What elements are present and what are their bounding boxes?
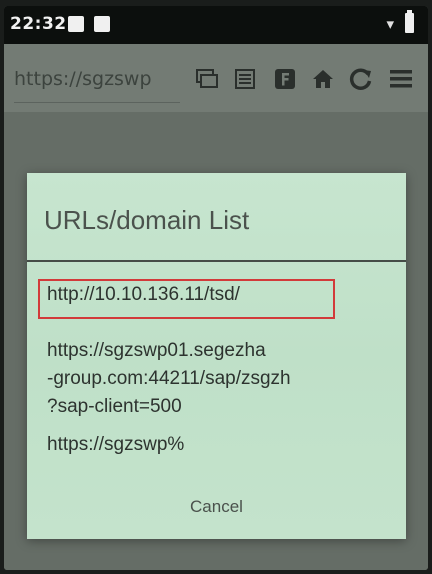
home-icon[interactable] bbox=[310, 66, 336, 92]
dialog-divider bbox=[27, 260, 406, 262]
notification-icon bbox=[68, 16, 84, 32]
reload-icon[interactable] bbox=[348, 66, 374, 92]
status-time: 22:32 bbox=[10, 14, 67, 34]
cancel-button[interactable]: Cancel bbox=[27, 497, 406, 517]
url-line: ?sap-client=500 bbox=[47, 396, 182, 417]
dialog-title: URLs/domain List bbox=[44, 205, 250, 235]
url-field[interactable]: https://sgzswp bbox=[14, 68, 180, 103]
url-list-item[interactable]: http://10.10.136.11/tsd/ bbox=[47, 281, 387, 309]
wifi-icon: ▾ bbox=[386, 15, 394, 33]
phone-screen: 22:32 ▾ https://sgzswp URLs/domain List bbox=[4, 6, 428, 570]
browser-toolbar: https://sgzswp bbox=[4, 44, 428, 112]
status-bar: 22:32 ▾ bbox=[4, 6, 428, 44]
url-list-item[interactable]: https://sgzswp% bbox=[47, 431, 387, 459]
battery-icon bbox=[405, 10, 414, 33]
url-list-dialog: URLs/domain List http://10.10.136.11/tsd… bbox=[27, 173, 406, 539]
notification-icon bbox=[94, 16, 110, 32]
list-icon[interactable] bbox=[232, 66, 258, 92]
tabs-icon[interactable] bbox=[194, 66, 220, 92]
url-list-item[interactable]: https://sgzswp01.segezha -group.com:4421… bbox=[47, 337, 387, 421]
bookmark-f-icon[interactable] bbox=[272, 66, 298, 92]
url-line: -group.com:44211/sap/zsgzh bbox=[47, 368, 291, 389]
menu-icon[interactable] bbox=[388, 66, 414, 92]
url-line: https://sgzswp01.segezha bbox=[47, 340, 266, 361]
